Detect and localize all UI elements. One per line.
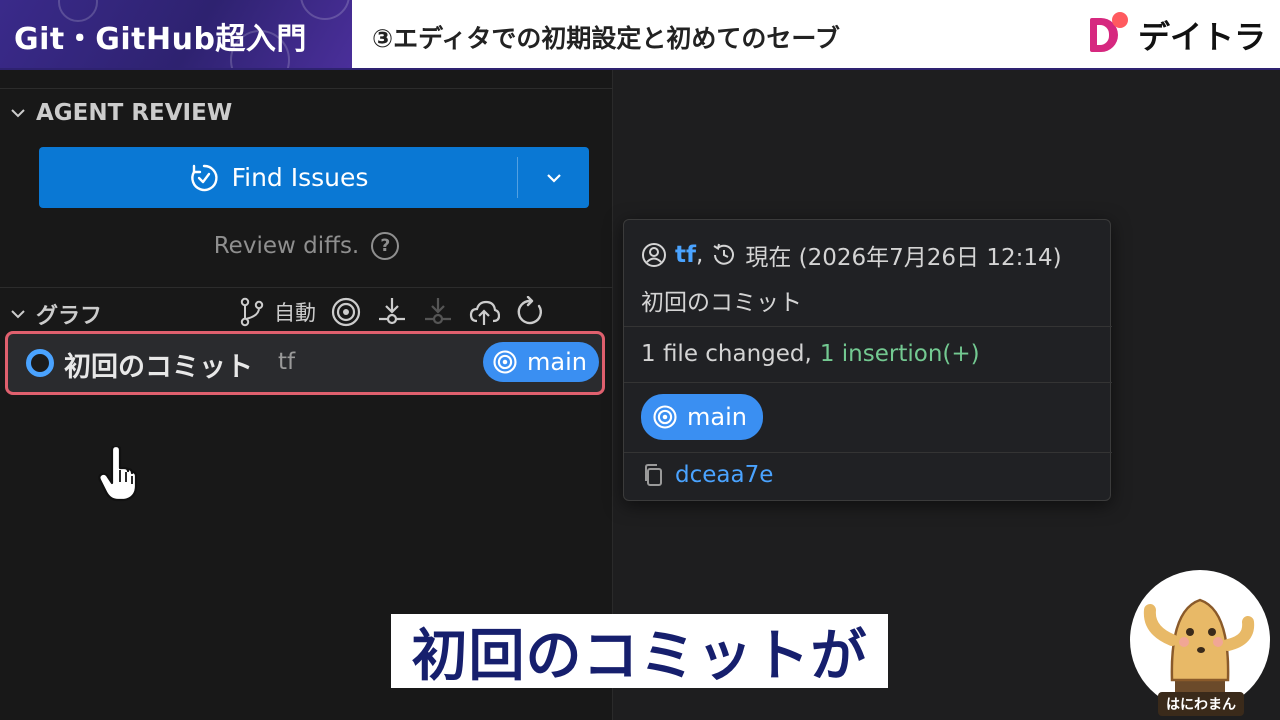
graph-toolbar: 自動 [236,296,546,328]
help-icon[interactable]: ? [371,232,400,260]
graph-title: グラフ [36,304,103,329]
branch-badge: main [483,342,599,382]
target-icon[interactable] [330,296,362,328]
commit-hover-card: tf , 現在 (2026年7月26日 12:14) 初回のコミット 1 fil… [623,219,1112,501]
commit-hash[interactable]: dceaa7e [675,462,773,488]
hover-message-text: 初回のコミット [641,290,802,316]
refresh-check-icon [190,164,218,191]
hover-header: tf , 現在 (2026年7月26日 12:14) [641,238,1062,272]
haniwa-mascot-icon [1143,598,1255,710]
commit-node-icon [26,349,54,377]
files-changed: 1 file changed, [641,341,812,367]
copy-icon [645,464,662,486]
avatar-label: はにわまん [1158,692,1244,716]
chevron-down-icon [546,173,561,183]
hover-branch-name: main [687,403,747,431]
account-icon [642,243,666,267]
review-hint-text: Review diffs. [213,233,360,259]
review-hint: Review diffs. ? [0,232,613,260]
brand: デイトラ [1089,12,1266,58]
find-issues-dropdown[interactable] [518,147,589,208]
course-title-panel: Git・GitHub超入門 [0,0,352,70]
insertions: 1 insertion(+) [819,341,980,367]
subtitle-text: 初回のコミットが [411,623,868,689]
branch-name: main [527,348,587,376]
divider [0,287,613,288]
history-icon [713,243,735,265]
target-icon [493,350,517,374]
graph-header[interactable]: グラフ [8,298,102,330]
fetch-icon[interactable] [376,296,408,328]
hover-hash-row[interactable]: dceaa7e [641,462,773,488]
git-branch-icon [240,297,264,327]
agent-review-header[interactable]: AGENT REVIEW [8,100,232,126]
brand-name: デイトラ [1137,18,1266,56]
video-subtitle: 初回のコミットが [391,614,888,689]
refresh-icon[interactable] [514,296,546,328]
hover-time: 現在 (2026年7月26日 12:14) [745,245,1062,271]
hover-branch-badge[interactable]: main [641,394,763,440]
auto-branch-button[interactable]: 自動 [236,296,316,328]
commit-message: 初回のコミット [64,352,253,383]
lesson-title: ③エディタでの初期設定と初めてのセーブ [372,24,840,53]
hover-author[interactable]: tf [675,242,696,268]
auto-label: 自動 [274,301,316,325]
video-banner: Git・GitHub超入門 ③エディタでの初期設定と初めてのセーブ デイトラ [0,0,1280,70]
agent-review-title: AGENT REVIEW [36,100,233,126]
divider [0,88,613,89]
hand-pointer-icon [98,446,138,502]
target-icon [653,405,677,429]
find-issues-label: Find Issues [231,163,369,192]
find-issues-main[interactable]: Find Issues [39,147,517,208]
course-title: Git・GitHub超入門 [14,22,307,57]
divider [624,326,1112,327]
hover-message: 初回のコミット [641,283,802,317]
chevron-down-icon [11,109,25,118]
divider [624,382,1112,383]
presenter-avatar [1130,570,1270,710]
divider [624,452,1112,453]
cloud-upload-icon[interactable] [468,296,500,328]
pull-icon [425,298,451,325]
commit-author: tf [278,349,296,375]
commit-row[interactable]: 初回のコミット tf main [5,331,605,395]
hover-separator: , [696,242,704,268]
chevron-down-icon [11,310,25,319]
brand-logo-icon [1089,12,1128,58]
find-issues-button: Find Issues [39,147,589,208]
hover-stats: 1 file changed, 1 insertion(+) [641,341,980,367]
